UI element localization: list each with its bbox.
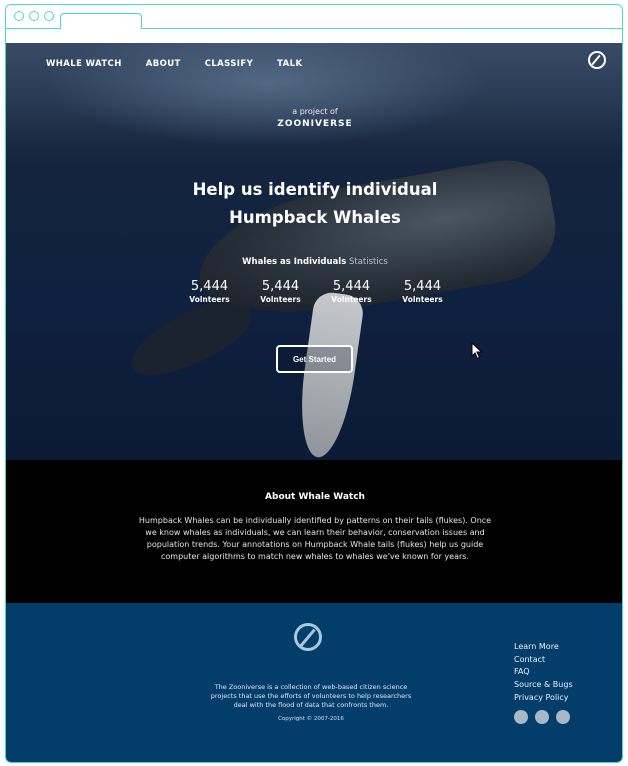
footer-link-contact[interactable]: Contact [514,654,573,667]
social-icon-2[interactable] [535,710,549,724]
browser-chrome [6,5,622,43]
stat-label: Volnteers [260,295,301,304]
footer-link-privacy-policy[interactable]: Privacy Policy [514,692,573,705]
zooniverse-logo-icon[interactable] [588,51,606,69]
stat-label: Volnteers [189,295,230,304]
stat-label: Volnteers [331,295,372,304]
nav-item-talk[interactable]: TALK [277,59,302,69]
footer-link-source-bugs[interactable]: Source & Bugs [514,679,573,692]
social-links [514,710,570,724]
hero-section: WHALE WATCH ABOUT CLASSIFY TALK a projec… [6,43,622,460]
footer-link-faq[interactable]: FAQ [514,666,573,679]
zooniverse-link[interactable]: ZOONIVERSE [6,119,622,129]
headline-line-1: Help us identify individual [192,180,438,199]
social-icon-1[interactable] [514,710,528,724]
stats-title-light: Statistics [348,257,388,267]
about-section: About Whale Watch Humpback Whales can be… [6,460,622,603]
page-title: Help us identify individual Humpback Wha… [6,176,622,232]
window-controls [14,11,54,21]
window-close-dot[interactable] [14,11,24,21]
stat-item: 5,444 Volnteers [245,279,316,305]
main-nav: WHALE WATCH ABOUT CLASSIFY TALK [46,59,326,69]
stat-value: 5,444 [190,279,229,294]
get-started-button[interactable]: Get Started [276,345,353,373]
headline-line-2: Humpback Whales [229,208,401,227]
stats-row: 5,444 Volnteers 5,444 Volnteers 5,444 Vo… [174,279,458,305]
project-of-label: a project of [292,107,338,116]
footer-description: The Zooniverse is a collection of web-ba… [210,683,412,709]
about-title: About Whale Watch [265,492,365,502]
whale-image-fin [292,290,366,460]
window-maximize-dot[interactable] [44,11,54,21]
nav-item-classify[interactable]: CLASSIFY [205,59,253,69]
stats-title-bold: Whales as Individuals [242,257,347,267]
nav-item-whale-watch[interactable]: WHALE WATCH [46,59,122,69]
social-icon-3[interactable] [556,710,570,724]
stat-value: 5,444 [332,279,371,294]
stat-item: 5,444 Volnteers [316,279,387,305]
browser-tab[interactable] [60,13,142,29]
stat-item: 5,444 Volnteers [174,279,245,305]
stat-item: 5,444 Volnteers [387,279,458,305]
window-minimize-dot[interactable] [29,11,39,21]
nav-item-about[interactable]: ABOUT [146,59,181,69]
footer-link-learn-more[interactable]: Learn More [514,641,573,654]
stats-title: Whales as Individuals Statistics [6,257,622,267]
stat-value: 5,444 [261,279,300,294]
footer-links: Learn More Contact FAQ Source & Bugs Pri… [514,641,573,705]
about-body: Humpback Whales can be individually iden… [138,516,492,561]
stat-value: 5,444 [403,279,442,294]
browser-window: WHALE WATCH ABOUT CLASSIFY TALK a projec… [5,4,623,763]
stat-label: Volnteers [402,295,443,304]
zooniverse-logo-icon[interactable] [294,623,322,651]
mouse-cursor-icon [471,342,483,360]
footer: The Zooniverse is a collection of web-ba… [6,603,622,762]
